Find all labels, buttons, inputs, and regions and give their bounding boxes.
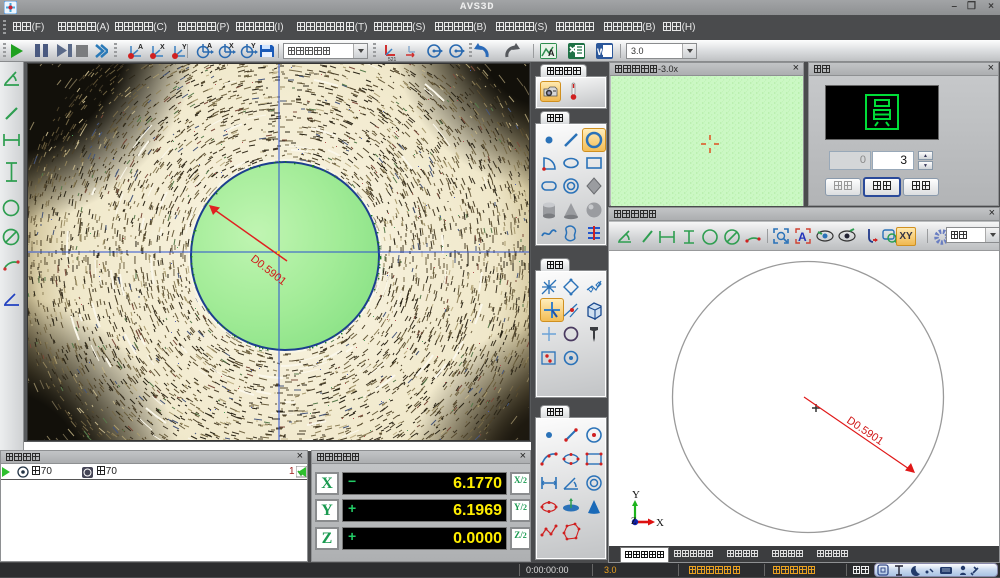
svg-text:A: A (798, 230, 807, 244)
svg-text:Y: Y (251, 43, 256, 50)
svg-text:Y: Y (632, 489, 640, 501)
svg-text:Z: Z (631, 516, 637, 526)
svg-text:D0.5901: D0.5901 (844, 415, 885, 448)
svg-text:A: A (548, 48, 555, 58)
svg-text:X: X (160, 44, 165, 51)
svg-text:X: X (656, 517, 664, 529)
svg-text:X: X (229, 43, 234, 50)
svg-text:W: W (597, 47, 606, 57)
svg-text:A: A (138, 44, 143, 51)
svg-text:A: A (207, 43, 212, 50)
